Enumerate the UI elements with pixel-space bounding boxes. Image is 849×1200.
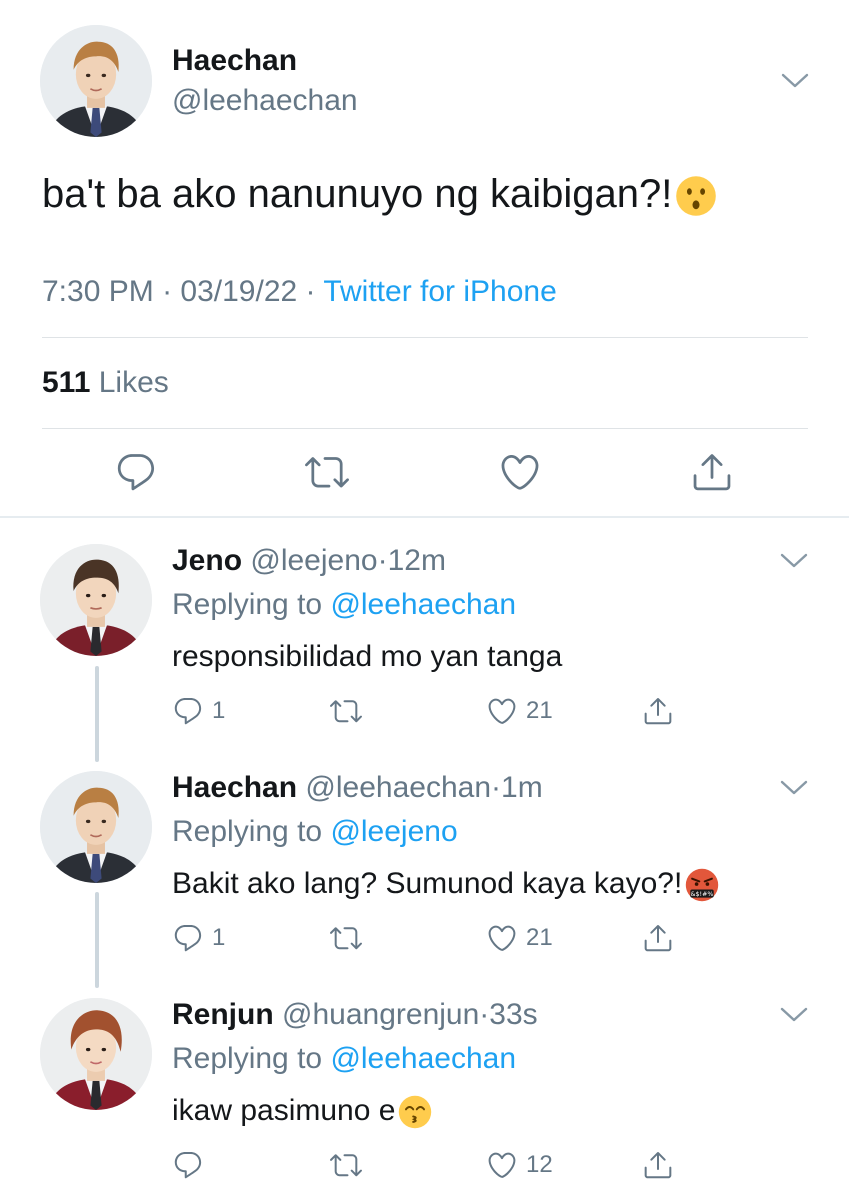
author-name[interactable]: Jeno xyxy=(172,544,242,577)
like-button[interactable]: 21 xyxy=(486,694,553,728)
meta-separator: · xyxy=(377,544,388,577)
mention-link[interactable]: @leehaechan xyxy=(330,588,516,621)
like-count: 21 xyxy=(526,924,553,951)
like-count: 12 xyxy=(526,1151,553,1178)
share-button[interactable] xyxy=(642,921,674,955)
replying-to: Replying to @leehaechan xyxy=(172,588,516,622)
like-button[interactable]: 21 xyxy=(486,921,553,955)
replying-to: Replying to @leejeno xyxy=(172,815,458,849)
reply-icon xyxy=(172,695,204,727)
likes-summary[interactable]: 511 Likes xyxy=(42,366,169,400)
meta-separator: · xyxy=(305,275,316,308)
meta-separator: · xyxy=(491,771,502,804)
like-count: 21 xyxy=(526,697,553,724)
reply-icon[interactable] xyxy=(114,450,158,494)
kissing-face-smiling-eyes-icon xyxy=(397,1094,433,1130)
share-button[interactable] xyxy=(642,1148,674,1182)
retweet-icon xyxy=(330,695,362,727)
avatar[interactable] xyxy=(40,998,152,1110)
replying-to-label: Replying to xyxy=(172,588,323,621)
retweet-icon xyxy=(330,922,362,954)
like-icon xyxy=(486,695,518,727)
avatar[interactable] xyxy=(40,25,152,137)
retweet-icon xyxy=(330,1149,362,1181)
reply-tweet[interactable]: Jeno @leejeno·12m Replying to @leehaecha… xyxy=(0,520,849,746)
reply-text-content: ikaw pasimuno e xyxy=(172,1094,396,1127)
mention-link[interactable]: @leejeno xyxy=(330,815,457,848)
like-button[interactable]: 12 xyxy=(486,1148,553,1182)
retweet-button[interactable] xyxy=(330,921,362,955)
svg-text:&$!#%: &$!#% xyxy=(691,891,714,898)
share-icon xyxy=(642,1149,674,1181)
avatar[interactable] xyxy=(40,544,152,656)
reply-icon xyxy=(172,922,204,954)
reply-count: 1 xyxy=(212,697,226,724)
meta-separator: · xyxy=(162,275,173,308)
author-handle[interactable]: @leehaechan xyxy=(305,771,491,804)
hushed-face-icon xyxy=(674,174,718,218)
chevron-down-icon[interactable] xyxy=(781,72,809,90)
reply-text: Bakit ako lang? Sumunod kaya kayo?! &$!#… xyxy=(172,867,720,903)
reply-header: Jeno @leejeno·12m xyxy=(172,544,446,578)
like-icon[interactable] xyxy=(498,450,542,494)
tweet-time: 7:30 PM xyxy=(42,275,154,308)
reply-tweet[interactable]: Renjun @huangrenjun·33s Replying to @lee… xyxy=(0,974,849,1200)
meta-separator: · xyxy=(479,998,490,1031)
author-name[interactable]: Haechan xyxy=(172,44,297,78)
reply-tweet[interactable]: Haechan @leehaechan·1m Replying to @leej… xyxy=(0,747,849,973)
reply-button[interactable] xyxy=(172,1148,212,1182)
retweet-button[interactable] xyxy=(330,1148,362,1182)
tweet-text: ba't ba ako nanunuyo ng kaibigan?! xyxy=(42,172,718,218)
replying-to-label: Replying to xyxy=(172,1042,323,1075)
likes-count: 511 xyxy=(42,366,91,399)
reply-button[interactable]: 1 xyxy=(172,921,225,955)
chevron-down-icon[interactable] xyxy=(780,552,808,570)
like-icon xyxy=(486,1149,518,1181)
tweet-text-content: ba't ba ako nanunuyo ng kaibigan?! xyxy=(42,172,673,216)
share-icon[interactable] xyxy=(690,450,734,494)
retweet-icon[interactable] xyxy=(305,450,349,494)
tweet-date: 03/19/22 xyxy=(180,275,298,308)
share-button[interactable] xyxy=(642,694,674,728)
reply-button[interactable]: 1 xyxy=(172,694,225,728)
retweet-button[interactable] xyxy=(330,694,362,728)
author-name[interactable]: Haechan xyxy=(172,771,297,804)
reply-time: 1m xyxy=(501,771,543,804)
reply-time: 12m xyxy=(387,544,446,577)
reply-header: Renjun @huangrenjun·33s xyxy=(172,998,538,1032)
replying-to-label: Replying to xyxy=(172,815,323,848)
share-icon xyxy=(642,922,674,954)
replying-to: Replying to @leehaechan xyxy=(172,1042,516,1076)
chevron-down-icon[interactable] xyxy=(780,779,808,797)
author-handle[interactable]: @huangrenjun xyxy=(282,998,479,1031)
divider xyxy=(42,337,808,338)
likes-label: Likes xyxy=(98,366,169,399)
tweet-meta: 7:30 PM · 03/19/22 · Twitter for iPhone xyxy=(42,275,557,309)
reply-text-content: Bakit ako lang? Sumunod kaya kayo?! xyxy=(172,867,683,900)
reply-header: Haechan @leehaechan·1m xyxy=(172,771,543,805)
reply-text: responsibilidad mo yan tanga xyxy=(172,640,563,673)
reply-icon xyxy=(172,1149,204,1181)
mention-link[interactable]: @leehaechan xyxy=(330,1042,516,1075)
share-icon xyxy=(642,695,674,727)
chevron-down-icon[interactable] xyxy=(780,1006,808,1024)
reply-time: 33s xyxy=(489,998,538,1031)
author-handle[interactable]: @leehaechan xyxy=(172,84,358,118)
section-divider xyxy=(0,516,849,518)
reply-text: ikaw pasimuno e xyxy=(172,1094,433,1130)
author-name[interactable]: Renjun xyxy=(172,998,274,1031)
main-tweet: Haechan @leehaechan ba't ba ako nanunuyo… xyxy=(0,0,849,518)
tweet-source-link[interactable]: Twitter for iPhone xyxy=(323,275,556,308)
like-icon xyxy=(486,922,518,954)
reply-count: 1 xyxy=(212,924,226,951)
divider xyxy=(42,428,808,429)
author-handle[interactable]: @leejeno xyxy=(250,544,377,577)
avatar[interactable] xyxy=(40,771,152,883)
face-with-symbols-on-mouth-icon: &$!#% xyxy=(684,867,720,903)
